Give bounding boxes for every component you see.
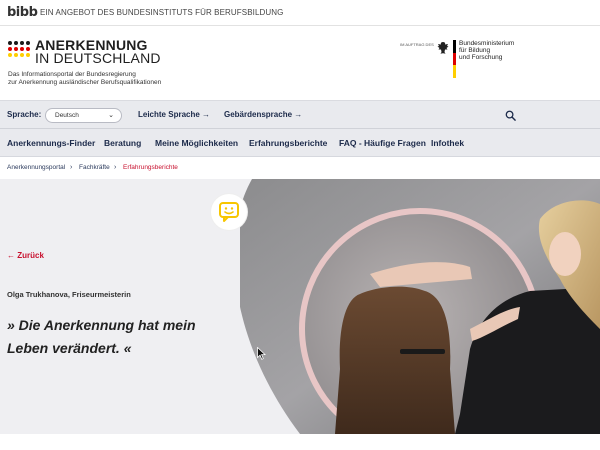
bibb-logo[interactable]: bibb [7,5,38,20]
breadcrumb: Anerkennungsportal › Fachkräfte › Erfahr… [0,156,600,179]
ministry-name: Bundesministerium für Bildung und Forsch… [459,40,514,61]
language-label: Sprache: [7,110,42,119]
ministry-note: IM AUFTRAG DES [400,42,434,47]
brand-description-line2: zur Anerkennung ausländischer Berufsqual… [8,79,162,86]
site-header: ANERKENNUNG IN DEUTSCHLAND Das Informati… [0,26,600,100]
breadcrumb-item-portal[interactable]: Anerkennungsportal [7,164,65,171]
ministry-line1: Bundesministerium [459,40,515,47]
nav-faq[interactable]: FAQ - Häufige Fragen [339,138,426,148]
hero-text-panel [0,179,300,434]
federal-eagle-icon [437,42,449,54]
hero-quote: » Die Anerkennung hat mein Leben verände… [7,314,227,360]
chevron-down-icon: ⌄ [108,112,114,119]
nav-anerkennungs-finder[interactable]: Anerkennungs-Finder [7,138,95,148]
breadcrumb-item-fachkraefte[interactable]: Fachkräfte [79,164,110,171]
search-icon[interactable] [505,110,516,121]
nav-meine-moeglichkeiten[interactable]: Meine Möglichkeiten [155,138,238,148]
breadcrumb-separator-icon: › [114,164,117,171]
brand-logo-dots-icon[interactable] [8,41,30,63]
hero-section: ← Zurück Olga Trukhanova, Friseurmeister… [0,179,600,434]
bibb-tagline: EIN ANGEBOT DES BUNDESINSTITUTS FÜR BERU… [40,8,284,17]
back-link[interactable]: ← Zurück [7,251,44,260]
person-caption: Olga Trukhanova, Friseurmeisterin [7,290,131,299]
ministry-line3: und Forschung [459,54,503,61]
brand-description-line1: Das Informationsportal der Bundesregieru… [8,71,136,78]
ministry-logo[interactable]: IM AUFTRAG DES Bundesministerium für Bil… [400,39,520,79]
german-flag-bar [453,40,456,78]
main-navigation: Anerkennungs-Finder Beratung Meine Mögli… [0,128,600,159]
mouse-cursor-icon [257,347,266,360]
page-bottom-band [0,434,600,450]
speech-bubble-smile-icon [219,202,239,222]
language-bar: Sprache: Deutsch ⌄ Leichte Sprache → Geb… [0,100,600,128]
nav-infothek[interactable]: Infothek [431,138,464,148]
breadcrumb-item-current: Erfahrungsberichte [123,164,178,171]
speech-bubble-badge [211,194,247,230]
brand-title[interactable]: ANERKENNUNG IN DEUTSCHLAND [35,38,161,66]
hero-quote-line1: » Die Anerkennung hat mein [7,317,196,333]
gebaerdensprache-link[interactable]: Gebärdensprache → [224,110,302,119]
nav-beratung[interactable]: Beratung [104,138,141,148]
breadcrumb-separator-icon: › [70,164,73,171]
language-select-value: Deutsch [55,112,79,119]
brand-title-line2: IN DEUTSCHLAND [35,50,161,66]
nav-erfahrungsberichte[interactable]: Erfahrungsberichte [246,138,330,159]
ministry-line2: für Bildung [459,47,491,54]
hero-quote-line2: Leben verändert. « [7,340,132,356]
leichte-sprache-link[interactable]: Leichte Sprache → [138,110,210,119]
language-select[interactable]: Deutsch ⌄ [45,108,122,123]
top-strip: bibb EIN ANGEBOT DES BUNDESINSTITUTS FÜR… [0,0,600,26]
brand-description: Das Informationsportal der Bundesregieru… [8,71,161,87]
